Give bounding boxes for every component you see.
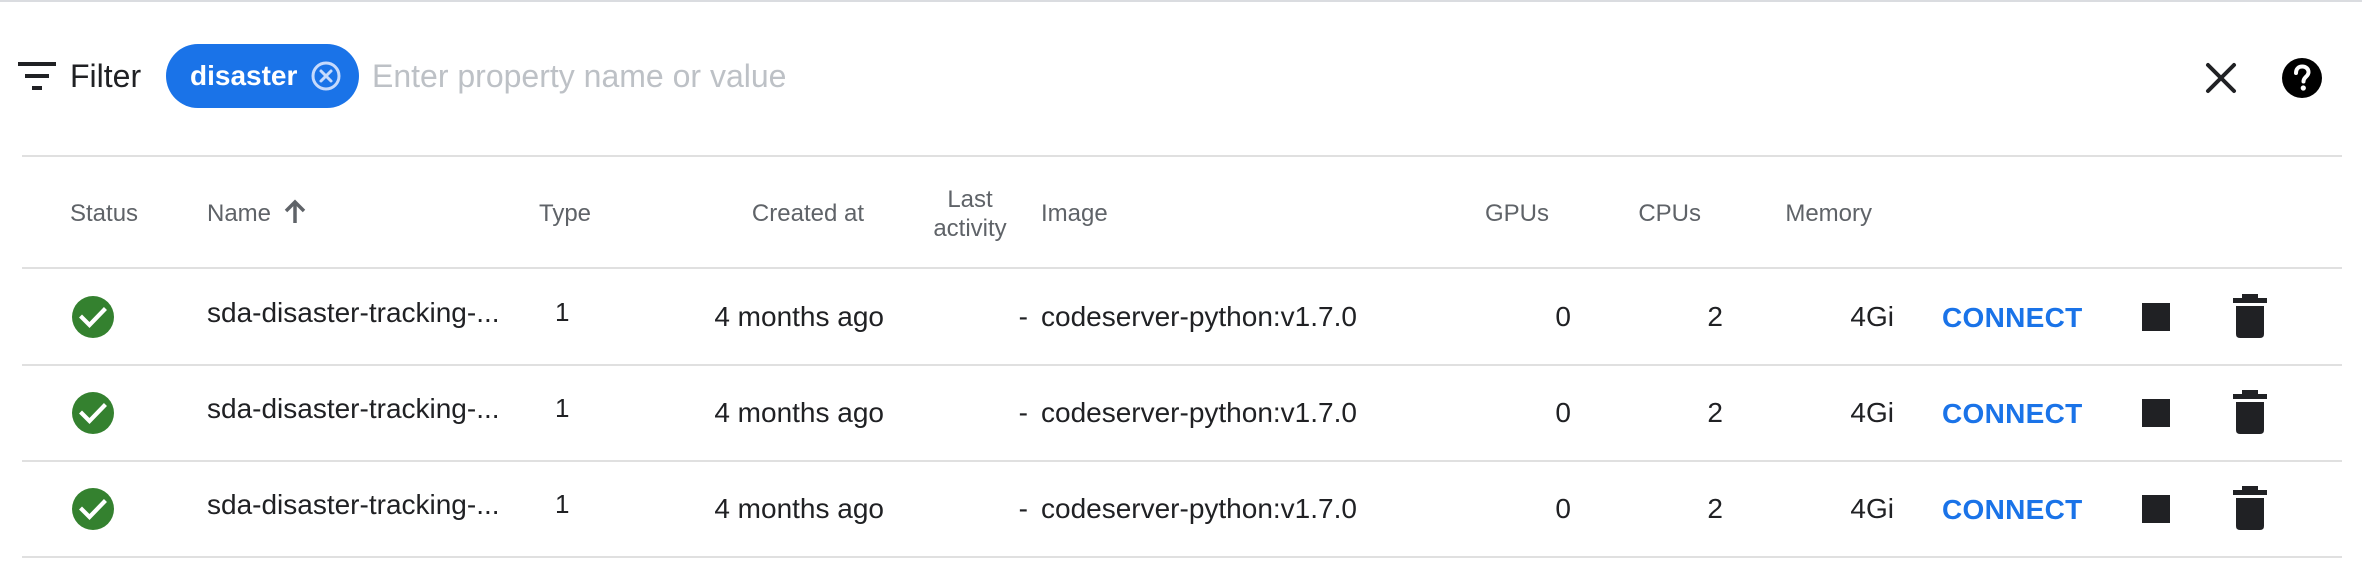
column-header-status[interactable]: Status xyxy=(70,200,138,228)
trash-icon[interactable] xyxy=(2230,486,2270,530)
stop-icon[interactable] xyxy=(2142,495,2170,523)
row-name[interactable]: sda-disaster-tracking-... xyxy=(207,393,500,425)
connect-button[interactable]: CONNECT xyxy=(1942,494,2083,526)
row-type: 1 xyxy=(555,297,570,327)
row-memory: 4Gi xyxy=(1850,397,1894,428)
row-created-at: 4 months ago xyxy=(714,493,884,524)
top-border xyxy=(0,0,2362,2)
stop-icon[interactable] xyxy=(2142,303,2170,331)
row-cpus: 2 xyxy=(1707,493,1723,524)
trash-icon[interactable] xyxy=(2230,294,2270,338)
row-created-at: 4 months ago xyxy=(714,301,884,332)
column-header-name[interactable]: Name xyxy=(207,200,271,228)
row-divider xyxy=(22,556,2342,558)
column-header-image[interactable]: Image xyxy=(1041,200,1108,228)
row-memory: 4Gi xyxy=(1850,301,1894,332)
table-row[interactable]: sda-disaster-tracking-... 1 4 months ago… xyxy=(22,268,2342,366)
filter-chip-label: disaster xyxy=(190,60,298,91)
row-last-activity: - xyxy=(1018,397,1028,428)
arrow-upward-icon[interactable] xyxy=(284,199,306,225)
row-gpus: 0 xyxy=(1555,493,1571,524)
filter-input[interactable] xyxy=(372,48,2072,104)
check-circle-icon xyxy=(72,296,114,338)
row-type: 1 xyxy=(555,489,570,519)
row-cpus: 2 xyxy=(1707,397,1723,428)
trash-icon[interactable] xyxy=(2230,390,2270,434)
row-type: 1 xyxy=(555,393,570,423)
table-row[interactable]: sda-disaster-tracking-... 1 4 months ago… xyxy=(22,364,2342,462)
row-last-activity: - xyxy=(1018,301,1028,332)
row-gpus: 0 xyxy=(1555,397,1571,428)
row-name[interactable]: sda-disaster-tracking-... xyxy=(207,489,500,521)
close-icon[interactable] xyxy=(2204,61,2238,95)
row-name[interactable]: sda-disaster-tracking-... xyxy=(207,297,500,329)
filter-chip[interactable]: disaster xyxy=(166,44,359,108)
column-header-created-at[interactable]: Created at xyxy=(700,200,864,228)
row-image: codeserver-python:v1.7.0 xyxy=(1041,301,1357,332)
row-memory: 4Gi xyxy=(1850,493,1894,524)
column-header-last-activity[interactable]: Last activity xyxy=(930,185,1010,243)
column-header-gpus[interactable]: GPUs xyxy=(1449,200,1549,228)
column-header-type[interactable]: Type xyxy=(539,200,591,228)
filter-list-icon[interactable] xyxy=(18,62,56,90)
connect-button[interactable]: CONNECT xyxy=(1942,302,2083,334)
cancel-circle-icon[interactable] xyxy=(311,61,341,91)
column-header-cpus[interactable]: CPUs xyxy=(1601,200,1701,228)
row-created-at: 4 months ago xyxy=(714,397,884,428)
filter-divider xyxy=(22,155,2342,157)
column-header-last-activity-line2: activity xyxy=(933,215,1007,242)
filter-bar: Filter disaster xyxy=(0,30,2362,124)
row-image: codeserver-python:v1.7.0 xyxy=(1041,493,1357,524)
table-row[interactable]: sda-disaster-tracking-... 1 4 months ago… xyxy=(22,460,2342,558)
column-header-memory[interactable]: Memory xyxy=(1742,200,1872,228)
column-header-last-activity-line1: Last xyxy=(947,186,993,213)
check-circle-icon xyxy=(72,488,114,530)
row-gpus: 0 xyxy=(1555,301,1571,332)
stop-icon[interactable] xyxy=(2142,399,2170,427)
row-last-activity: - xyxy=(1018,493,1028,524)
filter-label[interactable]: Filter xyxy=(70,58,141,95)
check-circle-icon xyxy=(72,392,114,434)
row-cpus: 2 xyxy=(1707,301,1723,332)
connect-button[interactable]: CONNECT xyxy=(1942,398,2083,430)
help-circle-icon[interactable] xyxy=(2280,56,2324,100)
row-image: codeserver-python:v1.7.0 xyxy=(1041,397,1357,428)
